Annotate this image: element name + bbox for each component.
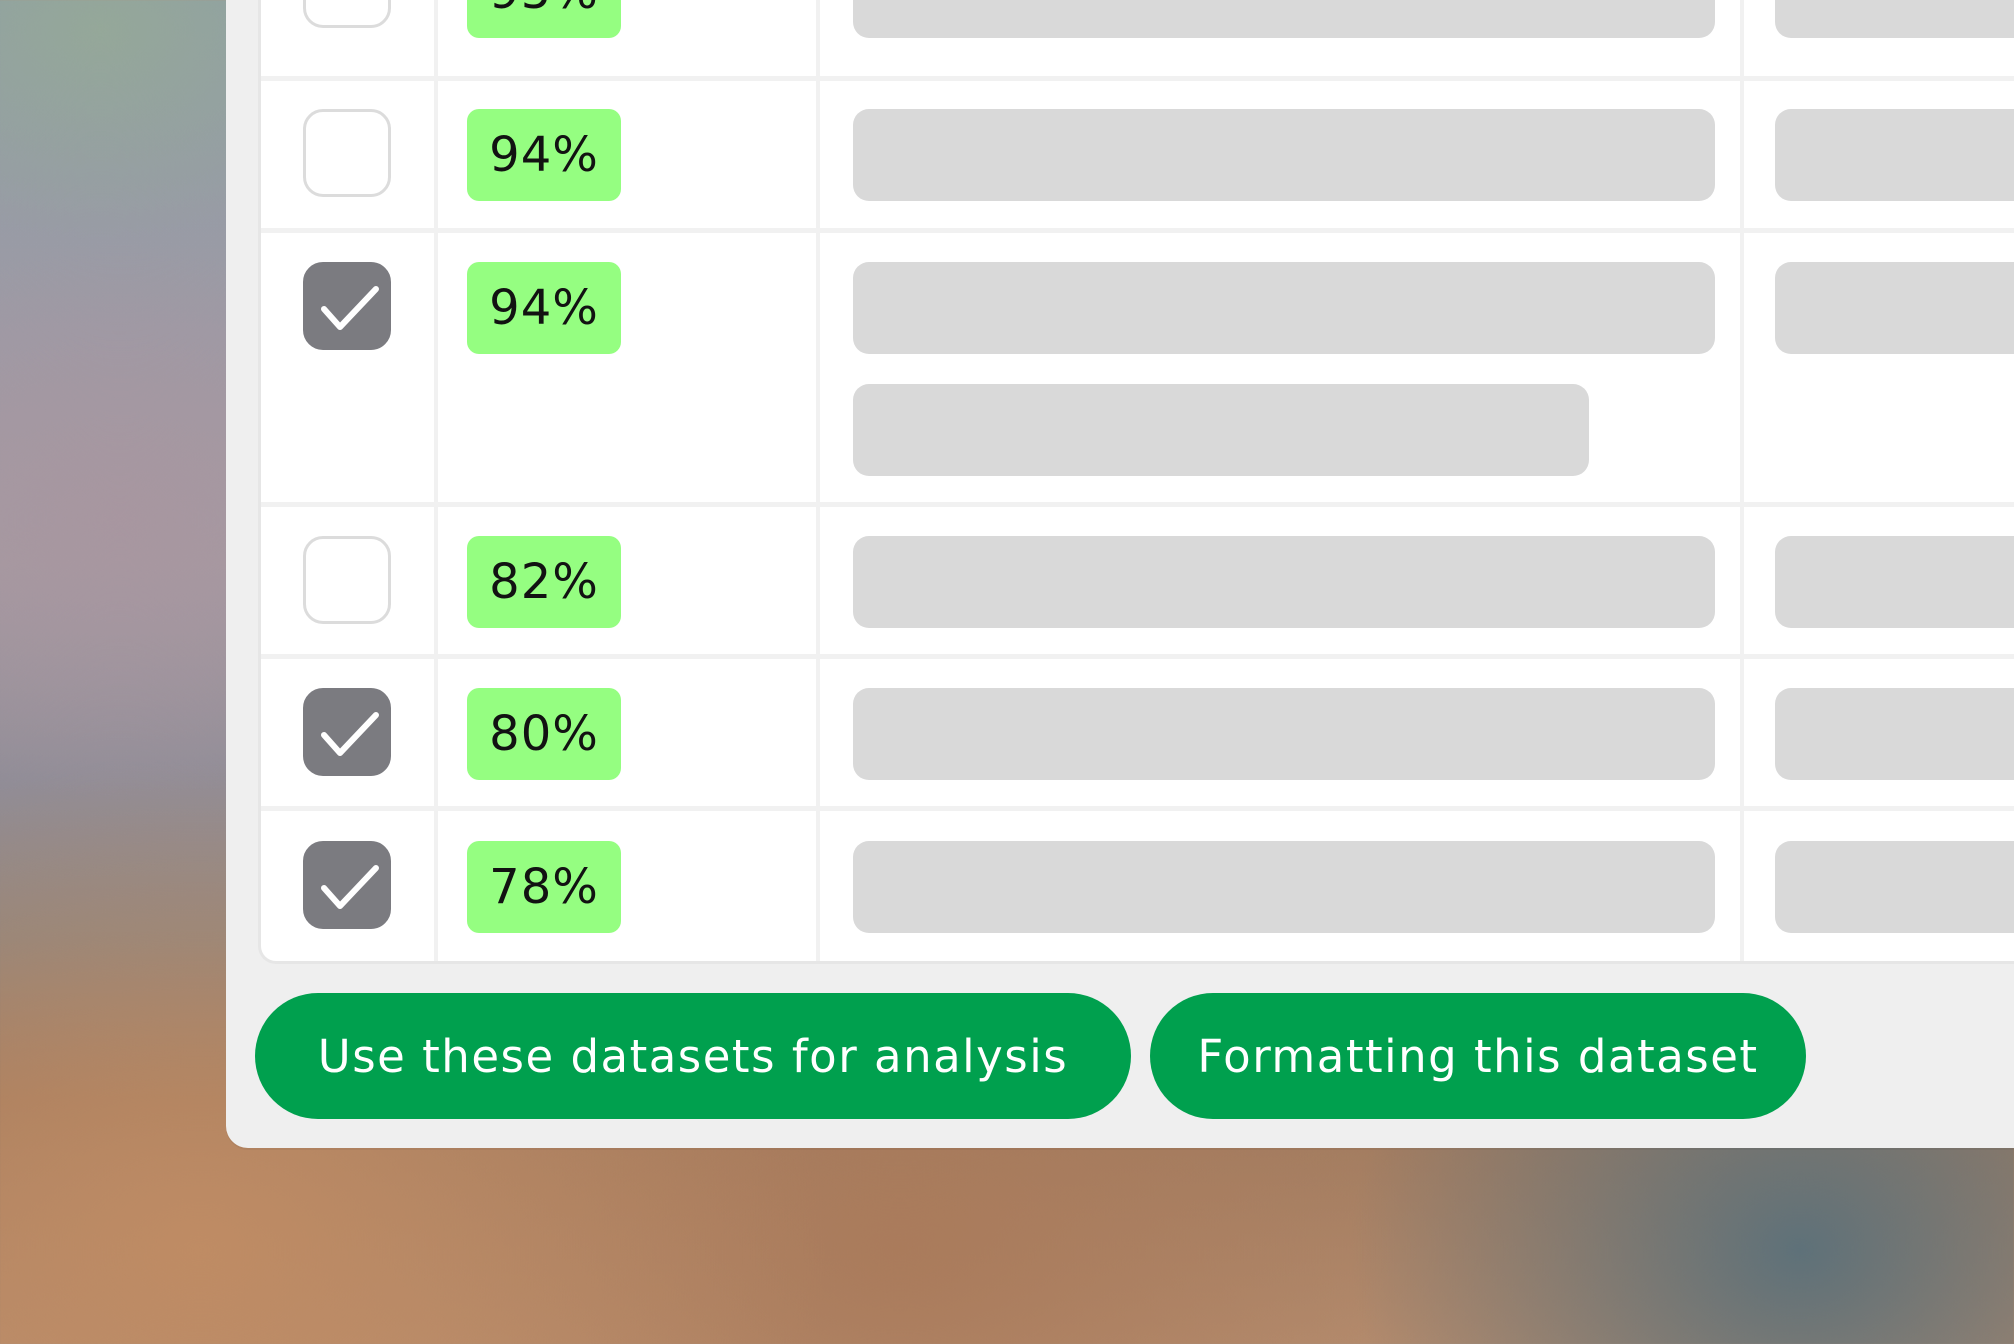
match-score-badge: 78% (467, 841, 621, 933)
placeholder-bar (1775, 688, 2014, 780)
placeholder-bar (853, 109, 1715, 201)
placeholder-bar (1775, 109, 2014, 201)
placeholder-bar (1775, 536, 2014, 628)
match-score-badge: 94% (467, 109, 621, 201)
placeholder-bar (1775, 0, 2014, 38)
row-checkbox[interactable] (303, 841, 391, 929)
row-checkbox[interactable] (303, 0, 391, 28)
table-row[interactable]: 82% (261, 507, 2014, 655)
checkmark-icon (321, 712, 379, 756)
row-checkbox[interactable] (303, 536, 391, 624)
placeholder-bar (853, 384, 1589, 476)
placeholder-bar (853, 688, 1715, 780)
use-datasets-button[interactable]: Use these datasets for analysis (255, 993, 1131, 1119)
table-row[interactable]: 78% (261, 811, 2014, 959)
match-score-badge: 82% (467, 536, 621, 628)
placeholder-bar (1775, 262, 2014, 354)
table-row[interactable]: 80% (261, 659, 2014, 807)
placeholder-bar (853, 0, 1715, 38)
table-row[interactable]: 95% (261, 0, 2014, 75)
match-score-badge: 95% (467, 0, 621, 38)
match-score-badge: 94% (467, 262, 621, 354)
table-row[interactable]: 94% (261, 81, 2014, 229)
checkmark-icon (321, 865, 379, 909)
row-checkbox[interactable] (303, 262, 391, 350)
placeholder-bar (853, 536, 1715, 628)
checkmark-icon (321, 286, 379, 330)
format-dataset-button[interactable]: Formatting this dataset (1150, 993, 1806, 1119)
placeholder-bar (1775, 841, 2014, 933)
match-score-badge: 80% (467, 688, 621, 780)
row-checkbox[interactable] (303, 109, 391, 197)
placeholder-bar (853, 262, 1715, 354)
placeholder-bar (853, 841, 1715, 933)
dataset-table: 95% 94% 94% 82% (258, 0, 2014, 964)
row-checkbox[interactable] (303, 688, 391, 776)
table-row[interactable]: 94% (261, 233, 2014, 505)
